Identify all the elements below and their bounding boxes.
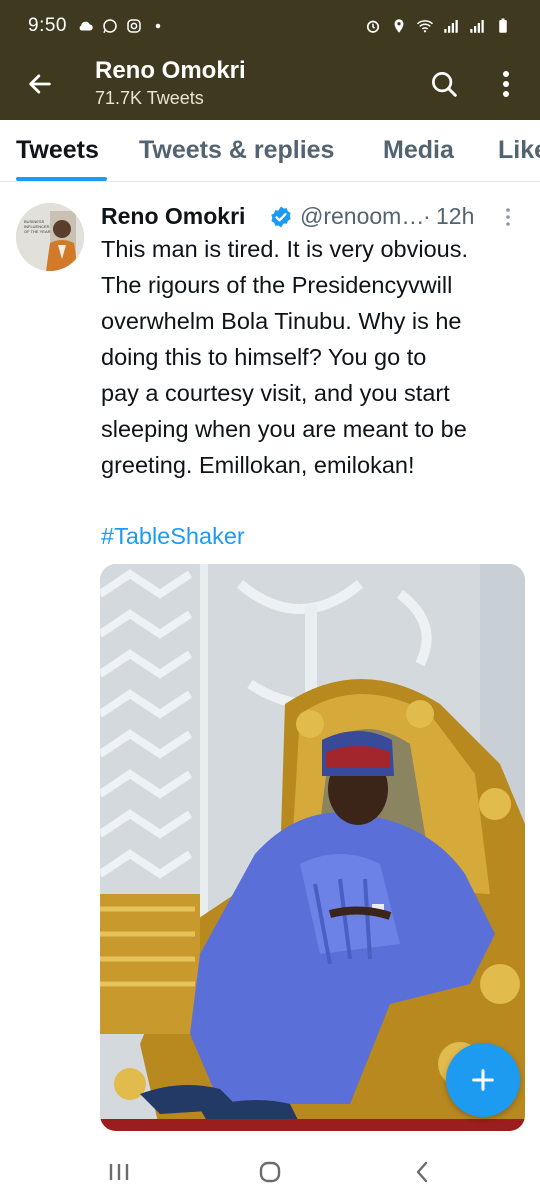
back-button[interactable] [20, 64, 60, 104]
more-vertical-icon [503, 71, 509, 97]
recent-apps-button[interactable] [99, 1155, 139, 1189]
home-icon [259, 1161, 281, 1183]
status-right-icons [364, 17, 512, 35]
wifi-icon [417, 20, 433, 33]
whatsapp-icon [103, 19, 117, 34]
compose-tweet-button[interactable] [446, 1043, 520, 1117]
tweet-text-line: greeting. Emillokan, emilokan! [101, 452, 415, 478]
tweet-text-line: sleeping when you are meant to be [101, 416, 467, 442]
more-options-button[interactable] [488, 64, 524, 104]
tweet-text: This man is tired. It is very obvious. T… [101, 231, 526, 483]
photo-man-on-throne [100, 564, 525, 1131]
battery-icon [499, 18, 507, 33]
tab-media[interactable]: Media [383, 136, 454, 165]
arrow-left-icon [29, 74, 51, 94]
status-bar: 9:50 [0, 0, 540, 52]
cloud-icon [79, 21, 93, 31]
avatar-image: BUSINESS INFLUENCER OF THE YEAR [16, 203, 84, 271]
tweet-count: 71.7K Tweets [95, 88, 204, 108]
tweet-text-line: The rigours of the Presidencyvwill [101, 272, 453, 298]
search-button[interactable] [424, 64, 464, 104]
tweet-menu-button[interactable] [505, 207, 521, 227]
notification-dot-icon [155, 23, 161, 29]
tweet[interactable]: BUSINESS INFLUENCER OF THE YEAR Reno Omo… [0, 183, 540, 1143]
alarm-icon [366, 20, 380, 33]
chevron-left-icon [416, 1161, 428, 1183]
tweet-header: Reno Omokri @renoom… · 12h [101, 201, 526, 233]
tab-tweets[interactable]: Tweets [16, 136, 99, 165]
separator-dot: · [423, 203, 431, 229]
profile-header: Reno Omokri 71.7K Tweets [0, 52, 540, 120]
signal-icon [470, 20, 484, 33]
search-icon [432, 72, 457, 97]
hashtag-link[interactable]: #TableShaker [101, 523, 245, 550]
plus-icon [472, 1069, 494, 1091]
profile-name: Reno Omokri [95, 57, 246, 84]
profile-tabs: Tweets Tweets & replies Media Likes [0, 120, 540, 182]
status-left-icons [77, 17, 167, 35]
tweet-text-line: This man is tired. It is very obvious. [101, 236, 468, 262]
home-button[interactable] [250, 1155, 290, 1189]
author-name[interactable]: Reno Omokri [101, 203, 245, 230]
more-vertical-icon [506, 208, 510, 226]
recent-apps-icon [109, 1164, 129, 1180]
author-handle[interactable]: @renoom… [300, 203, 424, 230]
verified-badge-icon [271, 206, 291, 228]
tweet-text-line: overwhelm Bola Tinubu. Why is he [101, 308, 462, 334]
tweet-text-line: doing this to himself? You go to [101, 344, 427, 370]
tab-tweets-and-replies[interactable]: Tweets & replies [139, 136, 334, 165]
status-time: 9:50 [28, 15, 67, 36]
avatar[interactable]: BUSINESS INFLUENCER OF THE YEAR [16, 203, 84, 271]
location-icon [394, 19, 404, 33]
active-tab-indicator [16, 177, 107, 181]
tweet-time[interactable]: 12h [436, 203, 476, 230]
tweet-text-line: pay a courtesy visit, and you start [101, 380, 450, 406]
avatar-award-text-3: OF THE YEAR [24, 229, 51, 234]
tweet-photo[interactable] [100, 564, 525, 1131]
system-back-button[interactable] [402, 1155, 442, 1189]
instagram-icon [127, 19, 141, 33]
tab-likes[interactable]: Likes [498, 136, 540, 165]
system-navigation-bar [0, 1143, 540, 1200]
signal-icon [444, 20, 458, 33]
